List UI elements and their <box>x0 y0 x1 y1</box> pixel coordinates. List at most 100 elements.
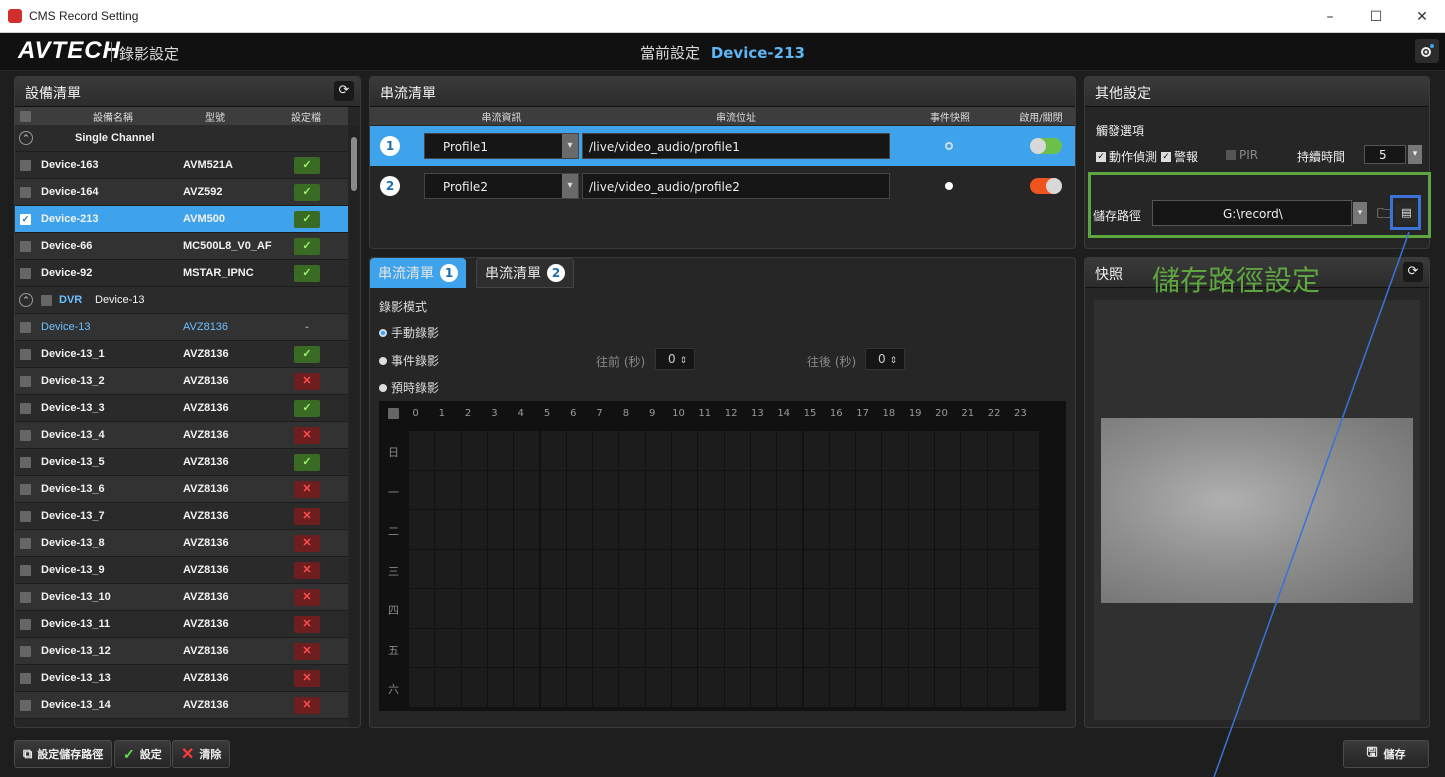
schedule-cell[interactable] <box>987 510 1013 549</box>
schedule-cell[interactable] <box>803 510 829 549</box>
device-row[interactable]: Device-13_7 AVZ8136 ✕ <box>15 503 348 530</box>
hour-label[interactable]: 4 <box>508 408 533 419</box>
device-row[interactable]: Device-13_2 AVZ8136 ✕ <box>15 368 348 395</box>
hour-label[interactable]: 16 <box>824 408 849 419</box>
schedule-cell[interactable] <box>435 510 461 549</box>
day-label[interactable]: 六 <box>388 681 399 697</box>
hour-label[interactable]: 6 <box>561 408 586 419</box>
row-checkbox[interactable] <box>20 457 31 468</box>
schedule-cell[interactable] <box>908 668 934 707</box>
hour-label[interactable]: 15 <box>798 408 823 419</box>
schedule-cell[interactable] <box>1013 431 1040 470</box>
hour-label[interactable]: 7 <box>587 408 612 419</box>
schedule-cell[interactable] <box>540 510 566 549</box>
schedule-cell[interactable] <box>540 431 566 470</box>
schedule-cell[interactable] <box>856 668 882 707</box>
row-checkbox[interactable] <box>20 646 31 657</box>
schedule-cell[interactable] <box>829 668 856 707</box>
schedule-cell[interactable] <box>1013 549 1040 588</box>
schedule-cell[interactable] <box>461 470 487 509</box>
schedule-cell[interactable] <box>777 589 803 628</box>
schedule-cell[interactable] <box>672 628 698 667</box>
schedule-cell[interactable] <box>461 589 487 628</box>
schedule-cell[interactable] <box>882 431 908 470</box>
schedule-cell[interactable] <box>487 470 514 509</box>
schedule-cell[interactable] <box>698 628 724 667</box>
schedule-cell[interactable] <box>777 510 803 549</box>
schedule-cell[interactable] <box>987 470 1013 509</box>
minimize-button[interactable]: – <box>1307 0 1353 33</box>
schedule-cell[interactable] <box>777 470 803 509</box>
device-row[interactable]: Device-13_5 AVZ8136 ✓ <box>15 449 348 476</box>
schedule-cell[interactable] <box>882 628 908 667</box>
schedule-cell[interactable] <box>829 628 856 667</box>
schedule-cell[interactable] <box>435 431 461 470</box>
hour-label[interactable]: 5 <box>535 408 560 419</box>
tab-stream-1[interactable]: 串流清單 1 <box>370 258 466 288</box>
schedule-cell[interactable] <box>750 431 777 470</box>
schedule-cell[interactable] <box>724 510 750 549</box>
schedule-cell[interactable] <box>935 549 961 588</box>
schedule-cell[interactable] <box>777 668 803 707</box>
schedule-cell[interactable] <box>409 668 435 707</box>
row-checkbox[interactable] <box>20 376 31 387</box>
device-row[interactable]: Device-163 AVM521A ✓ <box>15 152 348 179</box>
stream-row[interactable]: 1 Profile1 ▾ /live/video_audio/profile1 <box>370 126 1075 166</box>
row-checkbox[interactable] <box>20 700 31 711</box>
device-row[interactable]: Device-13_14 AVZ8136 ✕ <box>15 692 348 719</box>
schedule-cell[interactable] <box>777 431 803 470</box>
schedule-cell[interactable] <box>987 431 1013 470</box>
event-record-option[interactable]: 事件錄影 <box>379 352 439 369</box>
schedule-cell[interactable] <box>540 668 566 707</box>
device-row[interactable]: Device-92 MSTAR_IPNC ✓ <box>15 260 348 287</box>
schedule-cell[interactable] <box>908 628 934 667</box>
device-row[interactable]: Device-13_13 AVZ8136 ✕ <box>15 665 348 692</box>
schedule-cell[interactable] <box>672 510 698 549</box>
schedule-grid[interactable]: 0 1 2 3 4 5 6 7 8 9 10 11 12 13 14 15 16 17 18 19 20 21 22 23 日一… <box>379 401 1066 711</box>
schedule-cell[interactable] <box>566 628 593 667</box>
schedule-cell[interactable] <box>1013 668 1040 707</box>
schedule-cell[interactable] <box>514 431 540 470</box>
schedule-cell[interactable] <box>935 431 961 470</box>
device-scrollbar-thumb[interactable] <box>351 137 357 191</box>
schedule-cell[interactable] <box>856 628 882 667</box>
schedule-cell[interactable] <box>698 431 724 470</box>
stream-profile-select[interactable]: Profile1 ▾ <box>424 133 579 159</box>
chevron-down-icon[interactable]: ▾ <box>1353 202 1367 224</box>
schedule-cell[interactable] <box>409 470 435 509</box>
device-row[interactable]: Device-66 MC500L8_V0_AF ✓ <box>15 233 348 260</box>
maximize-button[interactable]: ☐ <box>1353 0 1399 33</box>
schedule-cell[interactable] <box>750 589 777 628</box>
hour-label[interactable]: 11 <box>692 408 717 419</box>
schedule-cell[interactable] <box>645 589 671 628</box>
row-checkbox[interactable] <box>20 403 31 414</box>
schedule-cell[interactable] <box>619 668 645 707</box>
row-checkbox[interactable] <box>20 565 31 576</box>
schedule-cell[interactable] <box>461 549 487 588</box>
row-checkbox[interactable] <box>20 592 31 603</box>
schedule-cell[interactable] <box>435 470 461 509</box>
event-snapshot-radio[interactable] <box>945 182 953 190</box>
schedule-cell[interactable] <box>829 431 856 470</box>
stream-url-field[interactable]: /live/video_audio/profile2 <box>582 173 890 199</box>
schedule-cell[interactable] <box>987 668 1013 707</box>
schedule-cell[interactable] <box>619 431 645 470</box>
schedule-cell[interactable] <box>777 628 803 667</box>
event-snapshot-radio[interactable] <box>945 142 953 150</box>
schedule-cell[interactable] <box>987 549 1013 588</box>
schedule-cell[interactable] <box>487 628 514 667</box>
schedule-cell[interactable] <box>856 470 882 509</box>
schedule-cell[interactable] <box>882 589 908 628</box>
row-checkbox[interactable] <box>20 484 31 495</box>
schedule-cell[interactable] <box>961 628 987 667</box>
schedule-cell[interactable] <box>435 549 461 588</box>
hour-label[interactable]: 9 <box>640 408 665 419</box>
schedule-cell[interactable] <box>409 549 435 588</box>
schedule-cell[interactable] <box>882 470 908 509</box>
hour-label[interactable]: 12 <box>719 408 744 419</box>
schedule-cell[interactable] <box>908 470 934 509</box>
row-checkbox[interactable] <box>20 619 31 630</box>
schedule-cell[interactable] <box>750 628 777 667</box>
hour-label[interactable]: 2 <box>456 408 481 419</box>
row-checkbox[interactable] <box>20 349 31 360</box>
